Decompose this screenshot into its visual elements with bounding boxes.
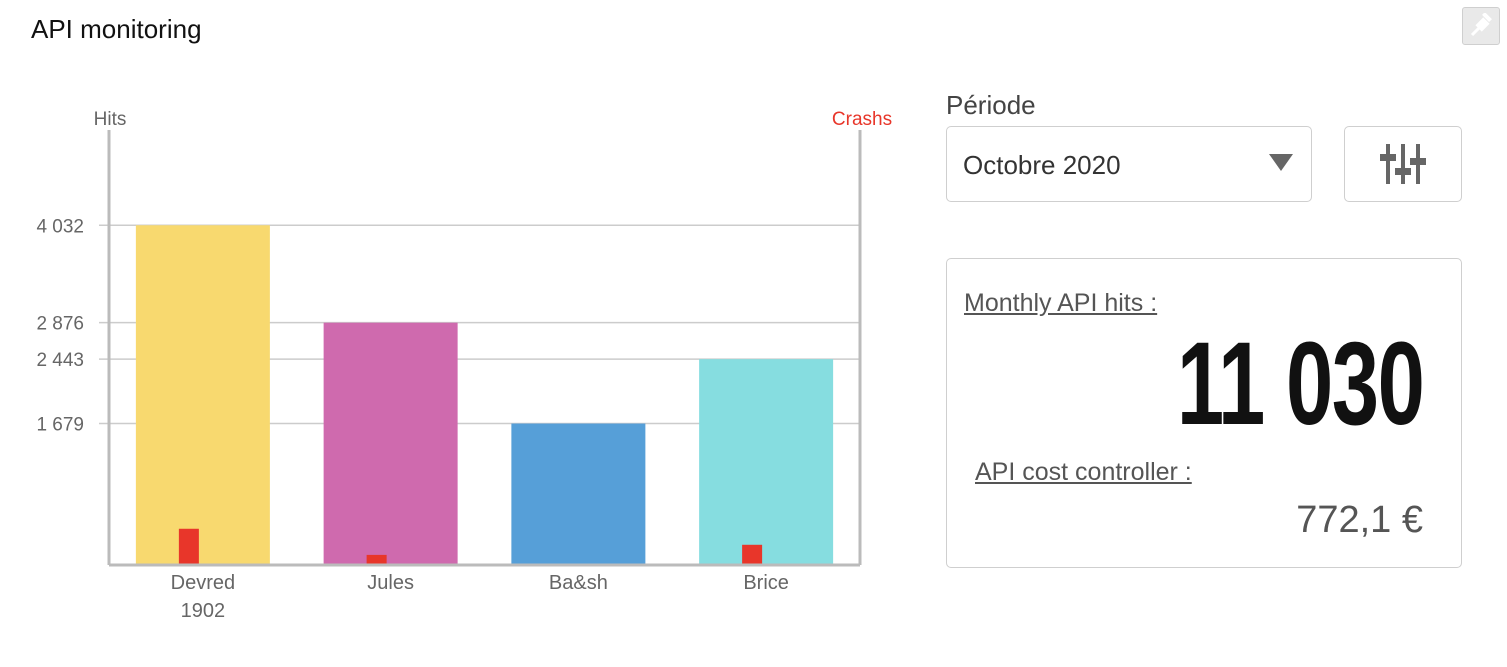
period-dropdown[interactable]: Octobre 2020 — [946, 126, 1312, 202]
hits-bar — [323, 322, 458, 565]
x-tick-label: Jules — [367, 572, 414, 594]
y-tick-label: 4 032 — [36, 216, 84, 237]
cost-label: API cost controller : — [975, 458, 1192, 486]
x-tick-label: 1902 — [181, 600, 226, 622]
stats-card: Monthly API hits : 11 030 API cost contr… — [946, 258, 1462, 568]
page-title: API monitoring — [31, 14, 202, 44]
filter-button[interactable] — [1344, 126, 1462, 202]
y-tick-label: 2 443 — [36, 350, 84, 371]
caret-down-icon — [1269, 154, 1293, 171]
period-label: Période — [946, 90, 1036, 120]
y-tick-label: 1 679 — [36, 415, 84, 436]
right-axis-label: Crashs — [832, 109, 892, 130]
x-tick-label: Brice — [743, 572, 789, 594]
crash-bar — [178, 528, 199, 565]
api-hits-chart: 4 032 2 876 2 443 1 679 Devred 1902 Jules Ba&sh… — [36, 109, 892, 622]
x-tick-label: Devred — [171, 572, 235, 594]
x-tick-label: Ba&sh — [549, 572, 608, 594]
hits-bar — [699, 359, 834, 565]
period-value: Octobre 2020 — [963, 150, 1121, 180]
hits-bar — [135, 225, 270, 565]
monthly-hits-label: Monthly API hits : — [964, 289, 1158, 317]
monthly-hits-value: 11 030 — [1176, 318, 1424, 450]
crash-bar — [366, 554, 387, 565]
sliders-icon — [1380, 144, 1426, 184]
crash-bar — [742, 544, 763, 565]
pin-button[interactable] — [1462, 7, 1500, 45]
hits-bar — [511, 423, 646, 565]
cost-value: 772,1 € — [1296, 499, 1423, 541]
pin-icon — [1470, 13, 1492, 37]
left-axis-label: Hits — [94, 109, 127, 130]
y-tick-label: 2 876 — [36, 314, 84, 335]
